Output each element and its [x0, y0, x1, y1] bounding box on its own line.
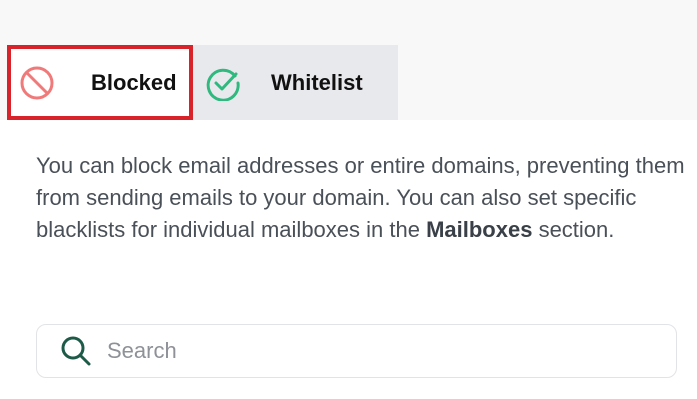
block-icon: [19, 65, 55, 101]
search-box[interactable]: [36, 324, 677, 378]
search-input[interactable]: [105, 337, 649, 365]
tab-whitelist[interactable]: Whitelist: [193, 45, 398, 120]
check-circle-icon: [205, 65, 241, 101]
description-after: section.: [532, 217, 615, 242]
description-text: You can block email addresses or entire …: [36, 150, 686, 246]
tab-blocked-label: Blocked: [91, 69, 177, 95]
tab-whitelist-label: Whitelist: [271, 69, 363, 95]
mailboxes-link-text: Mailboxes: [426, 217, 533, 242]
tab-bar: Blocked Whitelist: [7, 45, 398, 120]
search-icon: [59, 334, 93, 368]
tab-blocked[interactable]: Blocked: [7, 45, 193, 120]
blocked-panel: You can block email addresses or entire …: [0, 120, 697, 399]
